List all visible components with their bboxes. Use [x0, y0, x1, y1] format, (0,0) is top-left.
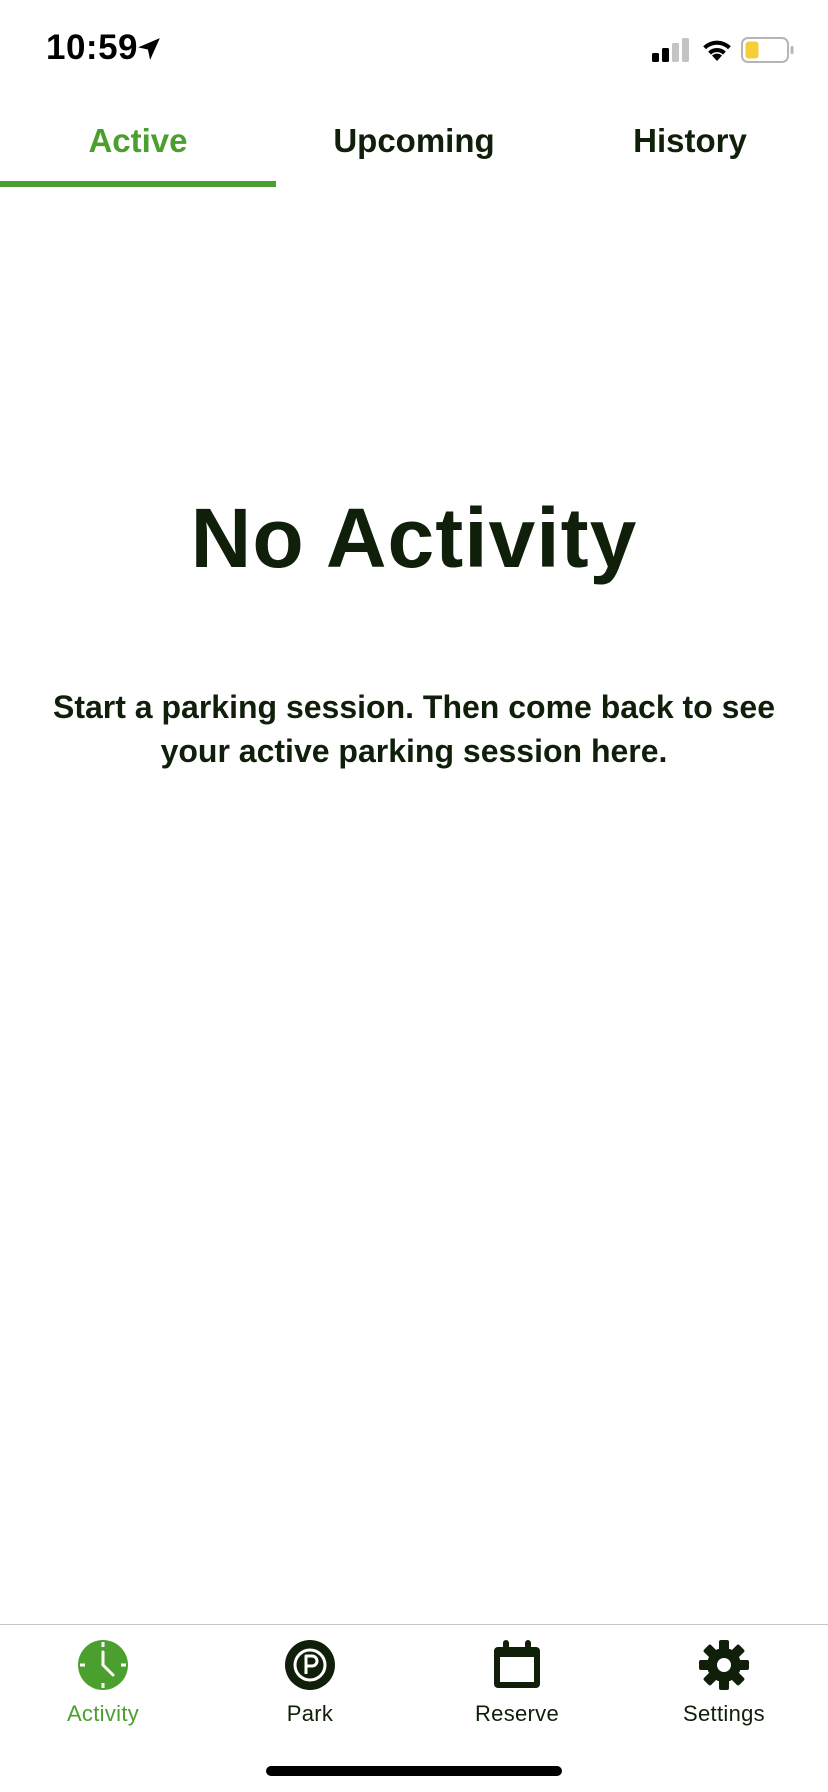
status-bar: 10:59	[0, 0, 828, 100]
nav-item-settings[interactable]: Settings	[654, 1639, 794, 1739]
location-arrow-icon	[138, 38, 160, 60]
wifi-icon	[703, 40, 731, 61]
gear-icon	[699, 1640, 749, 1690]
nav-item-reserve[interactable]: Reserve	[447, 1639, 587, 1739]
nav-label-park: Park	[286, 1701, 334, 1726]
home-indicator[interactable]	[266, 1766, 562, 1776]
tab-active[interactable]: Active	[0, 95, 276, 187]
status-time: 10:59	[46, 28, 139, 67]
nav-label-settings: Settings	[683, 1701, 765, 1726]
calendar-icon	[494, 1640, 540, 1688]
tab-upcoming[interactable]: Upcoming	[276, 95, 552, 187]
battery-low-icon	[741, 37, 794, 63]
tab-selected-indicator	[0, 181, 276, 187]
tab-history-label: History	[633, 122, 747, 159]
empty-state-title: No Activity	[190, 491, 638, 585]
parking-p-icon	[285, 1640, 335, 1690]
tab-active-label: Active	[88, 122, 188, 159]
cellular-signal-icon	[652, 38, 689, 62]
activity-tabs: Active Upcoming History	[0, 95, 828, 187]
tab-history[interactable]: History	[552, 95, 828, 187]
nav-item-activity[interactable]: Activity	[33, 1639, 173, 1739]
clock-icon	[78, 1640, 128, 1690]
nav-label-activity: Activity	[66, 1701, 140, 1726]
activity-screen: 10:59 Active Upcoming History No Activit…	[0, 0, 828, 1792]
nav-label-reserve: Reserve	[474, 1701, 560, 1726]
tab-upcoming-label: Upcoming	[333, 122, 495, 159]
nav-item-park[interactable]: Park	[240, 1639, 380, 1739]
empty-state-message: Start a parking session. Then come back …	[52, 689, 776, 769]
